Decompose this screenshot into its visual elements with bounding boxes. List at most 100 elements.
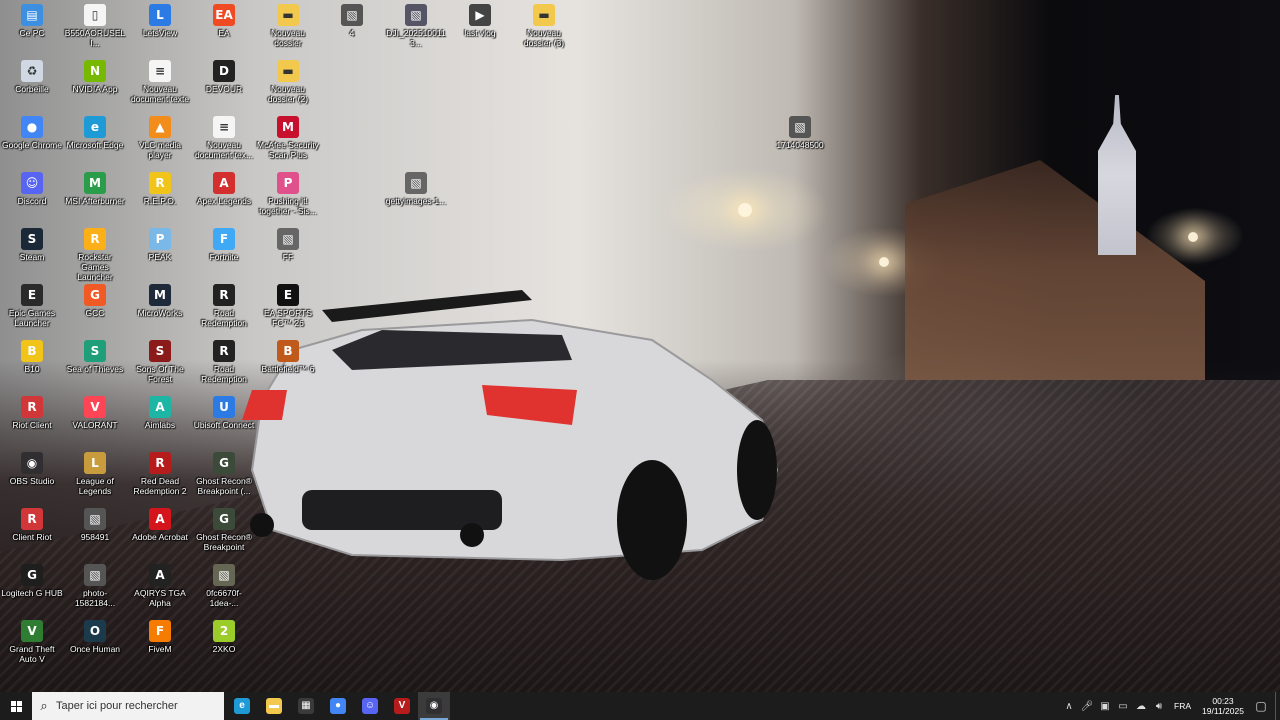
desktop-icon[interactable]: ▲ VLC media player <box>128 112 192 168</box>
desktop-icon-label: Pushing it! together - Sis... <box>259 196 317 216</box>
desktop-icon[interactable]: ▧ photo-1582184... <box>63 560 127 616</box>
desktop-icon[interactable]: ◉ OBS Studio <box>0 448 64 504</box>
desktop-icon[interactable]: EA EA <box>192 0 256 56</box>
mcafee-icon: M <box>277 116 299 138</box>
desktop-icon[interactable]: N NVIDIA App <box>63 56 127 112</box>
desktop-icon[interactable]: e Microsoft Edge <box>63 112 127 168</box>
desktop-icon[interactable]: A Adobe Acrobat <box>128 504 192 560</box>
store-icon: ▦ <box>298 698 314 714</box>
desktop-icon-label: Client Riot <box>12 532 52 542</box>
start-button[interactable] <box>0 692 32 720</box>
desktop-icon[interactable]: ≡ Nouveau document tex... <box>192 112 256 168</box>
desktop-icon[interactable]: ▧ 958491 <box>63 504 127 560</box>
desktop-icon[interactable]: S Steam <box>0 224 64 280</box>
onedrive-icon[interactable]: ☁ <box>1133 701 1149 712</box>
taskbar-app-discord[interactable]: ☺ <box>354 692 386 720</box>
desktop-icon[interactable]: ▬ Nouveau dossier <box>256 0 320 56</box>
desktop-icon-label: Ce PC <box>19 28 45 38</box>
desktop-icon[interactable]: R Riot Client <box>0 392 64 448</box>
desktop-icon[interactable]: R Road Redemption <box>192 280 256 336</box>
notification-icon[interactable]: ▢ <box>1247 699 1275 713</box>
desktop-icon[interactable]: A AQIRYS TGA Alpha <box>128 560 192 616</box>
taskbar-app-voice-meeter[interactable]: V <box>386 692 418 720</box>
desktop-icon[interactable]: 2 2XKO <box>192 616 256 672</box>
microphone-icon[interactable]: 🎤︎ <box>1079 701 1095 712</box>
desktop-icon[interactable]: ▧ FF <box>256 224 320 280</box>
desktop-icon[interactable]: P PEAK <box>128 224 192 280</box>
desktop-icon[interactable]: ☺ Discord <box>0 168 64 224</box>
desktop-icon[interactable]: M MSI Afterburner <box>63 168 127 224</box>
desktop-icon[interactable]: R Rockstar Games Launcher <box>63 224 127 282</box>
desktop-icon[interactable]: ▬ Nouveau dossier (3) <box>512 0 576 56</box>
desktop-icon[interactable]: ♻ Corbeille <box>0 56 64 112</box>
nvidia-icon: N <box>84 60 106 82</box>
desktop-icon[interactable]: ▬ Nouveau dossier (2) <box>256 56 320 112</box>
desktop-icon[interactable]: L LetsView <box>128 0 192 56</box>
desktop-icon[interactable]: G Logitech G HUB <box>0 560 64 616</box>
desktop-icon[interactable]: M McAfee Security Scan Plus <box>256 112 320 168</box>
desktop-icon[interactable]: A Apex Legends <box>192 168 256 224</box>
taskbar-app-store[interactable]: ▦ <box>290 692 322 720</box>
camera-icon[interactable]: ▣ <box>1097 701 1113 712</box>
clock[interactable]: 00:23 19/11/2025 <box>1199 696 1247 716</box>
desktop-icon[interactable]: F Fortnite <box>192 224 256 280</box>
desktop-icon[interactable]: M MicroWorks <box>128 280 192 336</box>
desktop-icon[interactable]: E Epic Games Launcher <box>0 280 64 336</box>
desktop-icon[interactable]: U Ubisoft Connect <box>192 392 256 448</box>
desktop-icon[interactable]: F FiveM <box>128 616 192 672</box>
desktop-icon[interactable]: ▧ DJI_2025100113... <box>384 0 448 56</box>
desktop-icon[interactable]: ▤ Ce PC <box>0 0 64 56</box>
desktop-icon[interactable]: ● Google Chrome <box>0 112 64 168</box>
fortnite-icon: F <box>213 228 235 250</box>
desktop-icon[interactable]: O Once Human <box>63 616 127 672</box>
fivem-icon: F <box>149 620 171 642</box>
desktop-icon[interactable]: G GCC <box>63 280 127 336</box>
desktop-icon[interactable]: ▶ last vlog <box>448 0 512 56</box>
desktop-icon[interactable]: E EA SPORTS FC™ 26 <box>256 280 320 336</box>
desktop-icon[interactable]: R Road Redemption <box>192 336 256 392</box>
desktop-icon[interactable]: G Ghost Recon® Breakpoint <box>192 504 256 560</box>
rdr2-icon: R <box>149 452 171 474</box>
desktop-icon[interactable]: R Client Riot <box>0 504 64 560</box>
desktop-icon[interactable]: ≡ Nouveau document texte <box>128 56 192 112</box>
desktop-icon[interactable]: B Battlefield™ 6 <box>256 336 320 392</box>
lol-icon: L <box>84 452 106 474</box>
folder-icon: ▬ <box>277 60 299 82</box>
desktop-icon[interactable]: B B10 <box>0 336 64 392</box>
chevron-up-icon[interactable]: ∧ <box>1061 701 1077 712</box>
desktop-icon-label: Riot Client <box>12 420 52 430</box>
desktop-icon[interactable]: D DEVOUR <box>192 56 256 112</box>
desktop-icon[interactable]: A Aimlabs <box>128 392 192 448</box>
desktop-icon[interactable]: ▧ 4 <box>320 0 384 56</box>
desktop-icon[interactable]: P Pushing it! together - Sis... <box>256 168 320 224</box>
taskbar-app-chrome[interactable]: ● <box>322 692 354 720</box>
taskbar-search-box[interactable]: ⌕ Taper ici pour rechercher <box>32 692 224 720</box>
desktop-icon[interactable]: V Grand Theft Auto V <box>0 616 64 672</box>
desktop-icon[interactable]: V VALORANT <box>63 392 127 448</box>
volume-icon[interactable]: 🔊︎ <box>1151 701 1167 712</box>
taskbar-app-file-explorer[interactable]: ▬ <box>258 692 290 720</box>
clock-date: 19/11/2025 <box>1202 706 1244 716</box>
network-icon[interactable]: ▭ <box>1115 701 1131 712</box>
desktop-icon[interactable]: ▧ 1714048500 <box>768 112 832 168</box>
desktop-icon[interactable]: S Sea of Thieves <box>63 336 127 392</box>
desktop-icon-label: Apex Legends <box>196 196 252 206</box>
desktop-icon[interactable]: ▧ 0fc6670f-1dea-... <box>192 560 256 616</box>
system-tray: ∧ 🎤︎ ▣ ▭ ☁ 🔊︎ FRA 00:23 19/11/2025 ▢ <box>1060 692 1280 720</box>
desktop-icon[interactable]: R Red Dead Redemption 2 <box>128 448 192 504</box>
taskbar-app-obs[interactable]: ◉ <box>418 692 450 720</box>
desktop-icon[interactable]: ▧ gettyimages-1... <box>384 168 448 224</box>
show-desktop-button[interactable] <box>1275 692 1280 720</box>
desktop-icon-label: FiveM <box>148 644 172 654</box>
desktop-icon[interactable]: L League of Legends <box>63 448 127 504</box>
image-icon: ▧ <box>213 564 235 586</box>
desktop-icon-label: Ubisoft Connect <box>193 420 255 430</box>
recycle-bin-icon: ♻ <box>21 60 43 82</box>
desktop-icon-label: Corbeille <box>15 84 49 94</box>
desktop-icon[interactable]: S Sons Of The Forest <box>128 336 192 392</box>
language-indicator[interactable]: FRA <box>1174 701 1191 711</box>
taskbar-app-edge[interactable]: e <box>226 692 258 720</box>
desktop-icon[interactable]: G Ghost Recon® Breakpoint (... <box>192 448 256 504</box>
desktop-icon[interactable]: ▯ B550AORUSELI... <box>63 0 127 56</box>
desktop-icon[interactable]: R R.E.P.O. <box>128 168 192 224</box>
